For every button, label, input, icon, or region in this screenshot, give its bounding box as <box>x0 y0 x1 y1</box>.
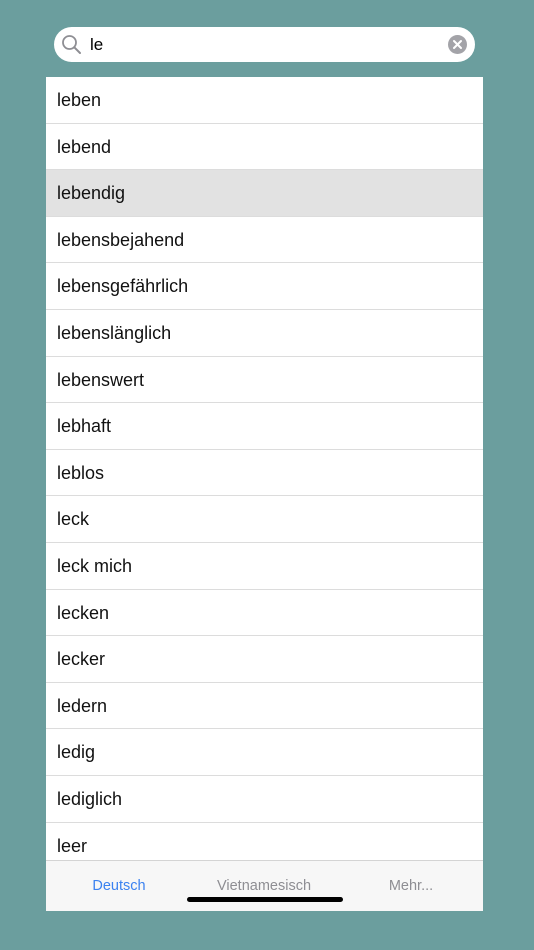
word-list-item[interactable]: leer <box>46 823 483 861</box>
word-list-item[interactable]: ledern <box>46 683 483 730</box>
word-list-item[interactable]: lebendig <box>46 170 483 217</box>
word-label: lecker <box>57 649 106 670</box>
word-list-item[interactable]: lebend <box>46 124 483 171</box>
search-bar[interactable] <box>54 27 475 62</box>
word-label: leck <box>57 509 90 530</box>
tab-vietnamesisch[interactable]: Vietnamesisch <box>204 861 324 911</box>
word-list-item[interactable]: leblos <box>46 450 483 497</box>
word-list-item[interactable]: lebensbejahend <box>46 217 483 264</box>
word-label: lebensbejahend <box>57 229 185 250</box>
word-label: lebendig <box>57 183 126 204</box>
word-label: leben <box>57 90 102 110</box>
word-list-item[interactable]: lediglich <box>46 776 483 823</box>
word-label: lebenswert <box>57 369 145 390</box>
word-label: lediglich <box>57 788 123 809</box>
word-label: ledig <box>57 742 96 763</box>
tab-bar: Deutsch Vietnamesisch Mehr... <box>46 860 483 911</box>
tab-deutsch[interactable]: Deutsch <box>69 861 169 911</box>
word-list-item[interactable]: lecker <box>46 636 483 683</box>
search-input[interactable] <box>90 27 440 62</box>
word-list-item[interactable]: lebhaft <box>46 403 483 450</box>
word-label: lebenslänglich <box>57 322 172 343</box>
word-label: leblos <box>57 462 105 483</box>
word-label: lecken <box>57 602 110 623</box>
search-icon <box>61 34 82 55</box>
home-indicator[interactable] <box>187 897 343 902</box>
word-label: leer <box>57 835 88 856</box>
word-label: ledern <box>57 695 108 716</box>
tab-more[interactable]: Mehr... <box>366 861 456 911</box>
word-list-item[interactable]: lebenswert <box>46 357 483 404</box>
word-list-item[interactable]: leck <box>46 496 483 543</box>
clear-search-icon[interactable] <box>447 34 468 55</box>
word-label: lebhaft <box>57 416 112 437</box>
dictionary-panel: leben lebend lebendig lebensbejahend lebensg… <box>46 77 483 911</box>
word-label: leck mich <box>57 555 133 576</box>
word-label: lebensgefährlich <box>57 276 189 297</box>
word-list-item[interactable]: ledig <box>46 729 483 776</box>
word-list-item[interactable]: lebenslänglich <box>46 310 483 357</box>
word-list-item[interactable]: lecken <box>46 590 483 637</box>
word-label: lebend <box>57 136 112 157</box>
word-list-item[interactable]: lebensgefährlich <box>46 263 483 310</box>
word-list-item[interactable]: leben <box>46 77 483 124</box>
word-list[interactable]: leben lebend lebendig lebensbejahend lebensg… <box>46 77 483 860</box>
word-list-item[interactable]: leck mich <box>46 543 483 590</box>
